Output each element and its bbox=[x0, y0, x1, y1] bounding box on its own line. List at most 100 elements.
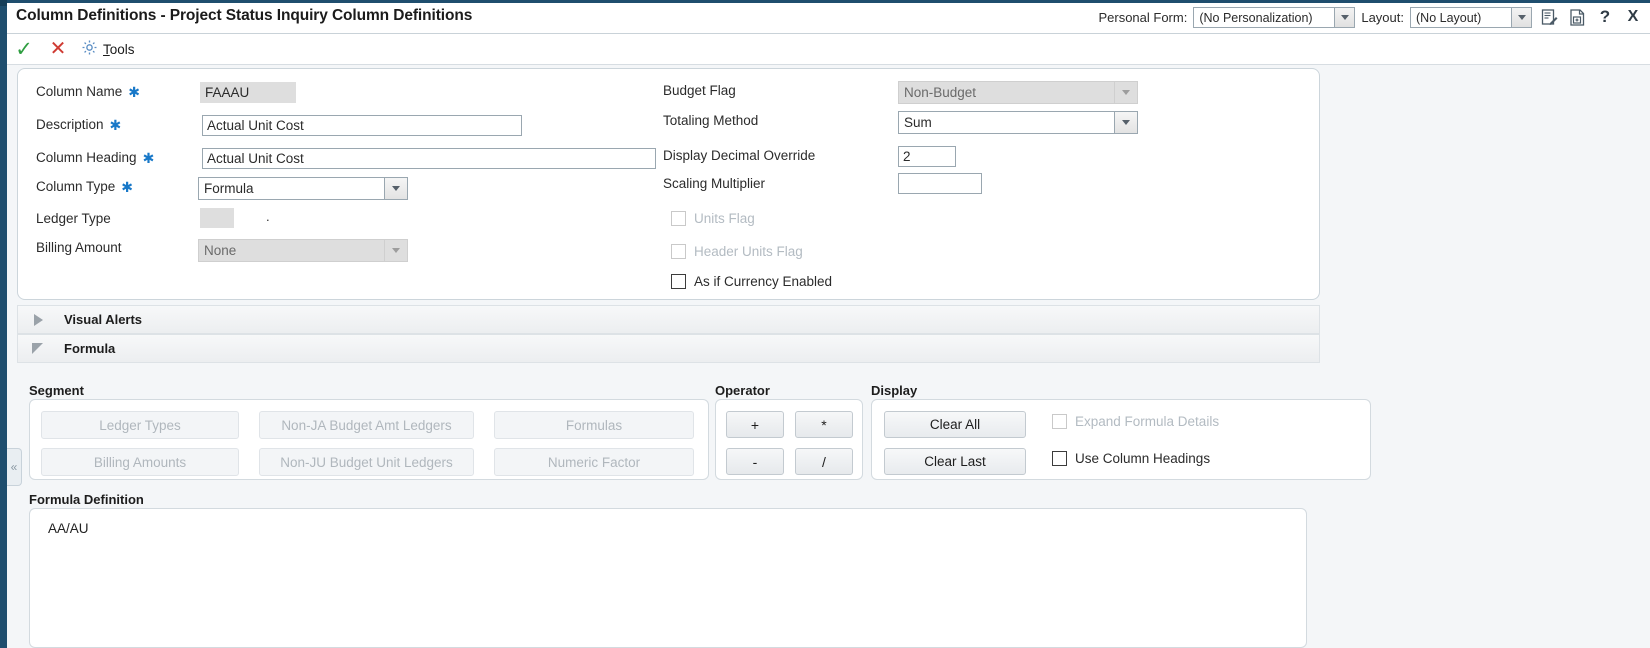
label-budget-flag: Budget Flag bbox=[663, 83, 736, 98]
label-ledger-type: Ledger Type bbox=[36, 211, 111, 226]
segment-button-formulas[interactable]: Formulas bbox=[494, 411, 694, 439]
help-icon[interactable]: ? bbox=[1594, 6, 1616, 28]
display-group: Clear All Clear Last Expand Formula Deta… bbox=[871, 399, 1371, 480]
layout-select[interactable]: (No Layout) bbox=[1410, 6, 1532, 28]
billing-amount-select[interactable]: None bbox=[198, 239, 408, 262]
header-units-flag-checkbox[interactable] bbox=[671, 244, 686, 259]
segment-group: Ledger Types Non-JA Budget Amt Ledgers F… bbox=[29, 399, 709, 480]
scaling-multiplier-input[interactable] bbox=[898, 173, 982, 194]
gear-icon bbox=[81, 39, 98, 59]
totaling-method-value: Sum bbox=[904, 115, 932, 130]
field-budget-flag: Budget Flag bbox=[663, 83, 736, 98]
use-column-headings-label: Use Column Headings bbox=[1075, 451, 1211, 466]
sidebar-collapse-handle[interactable]: « bbox=[7, 448, 22, 486]
required-marker: ✱ bbox=[121, 178, 134, 195]
cancel-button[interactable]: ✕ bbox=[41, 34, 75, 64]
operator-group-label: Operator bbox=[715, 383, 770, 398]
chevron-down-icon[interactable] bbox=[32, 343, 43, 354]
formula-definition-area[interactable]: AA/AU bbox=[29, 508, 1307, 648]
layout-chevron-down-icon[interactable] bbox=[1511, 7, 1531, 27]
label-column-heading: Column Heading bbox=[36, 150, 137, 165]
billing-amount-value: None bbox=[204, 243, 237, 258]
totaling-method-chevron-down-icon[interactable] bbox=[1114, 112, 1137, 133]
segment-button-ledger-types[interactable]: Ledger Types bbox=[41, 411, 239, 439]
required-marker: ✱ bbox=[142, 149, 155, 166]
title-bar-accent-line bbox=[7, 0, 1650, 3]
rail-top-shade bbox=[0, 0, 7, 6]
totaling-method-select[interactable]: Sum bbox=[898, 111, 1138, 134]
checkbox-units-flag[interactable]: Units Flag bbox=[671, 211, 755, 226]
label-scaling-multiplier: Scaling Multiplier bbox=[663, 176, 766, 191]
expand-formula-details-checkbox[interactable] bbox=[1052, 414, 1067, 429]
column-type-chevron-down-icon[interactable] bbox=[384, 178, 407, 199]
label-billing-amount: Billing Amount bbox=[36, 240, 122, 255]
checkbox-as-if-currency-enabled[interactable]: As if Currency Enabled bbox=[671, 274, 832, 289]
save-page-icon[interactable] bbox=[1566, 6, 1588, 28]
units-flag-checkbox[interactable] bbox=[671, 211, 686, 226]
tools-label: Tools bbox=[103, 41, 135, 57]
field-column-name: Column Name ✱ bbox=[36, 84, 140, 99]
description-input[interactable]: Actual Unit Cost bbox=[202, 115, 522, 136]
ok-button[interactable]: ✓ bbox=[7, 34, 41, 64]
billing-amount-chevron-down-icon[interactable] bbox=[384, 240, 407, 261]
header-fields-panel: Column Name ✱ FAAAU Description ✱ Actual… bbox=[17, 68, 1320, 300]
application-window: Column Definitions - Project Status Inqu… bbox=[0, 0, 1650, 648]
label-totaling-method: Totaling Method bbox=[663, 113, 759, 128]
field-display-decimal-override: Display Decimal Override bbox=[663, 148, 815, 163]
as-if-currency-enabled-label: As if Currency Enabled bbox=[694, 274, 833, 289]
label-display-decimal-override: Display Decimal Override bbox=[663, 148, 816, 163]
operator-button-divide[interactable]: / bbox=[795, 448, 853, 475]
segment-button-non-ja-budget-amt-ledgers[interactable]: Non-JA Budget Amt Ledgers bbox=[259, 411, 474, 439]
operator-button-multiply[interactable]: * bbox=[795, 411, 853, 438]
display-decimal-override-input[interactable]: 2 bbox=[898, 146, 956, 167]
segment-button-billing-amounts[interactable]: Billing Amounts bbox=[41, 448, 239, 476]
ledger-type-input[interactable] bbox=[200, 208, 234, 228]
tools-menu[interactable]: Tools bbox=[81, 39, 135, 59]
clear-last-button[interactable]: Clear Last bbox=[884, 448, 1026, 475]
budget-flag-chevron-down-icon[interactable] bbox=[1114, 82, 1137, 103]
check-icon: ✓ bbox=[15, 37, 33, 61]
required-marker: ✱ bbox=[109, 116, 122, 133]
personal-form-chevron-down-icon[interactable] bbox=[1334, 7, 1355, 27]
as-if-currency-enabled-checkbox[interactable] bbox=[671, 274, 686, 289]
action-toolbar: ✓ ✕ Tools bbox=[7, 34, 1650, 65]
operator-button-plus[interactable]: + bbox=[726, 411, 784, 438]
checkbox-expand-formula-details[interactable]: Expand Formula Details bbox=[1052, 414, 1219, 429]
expand-formula-details-label: Expand Formula Details bbox=[1075, 414, 1220, 429]
segment-button-numeric-factor[interactable]: Numeric Factor bbox=[494, 448, 694, 476]
label-column-type: Column Type bbox=[36, 179, 116, 194]
formula-definition-label: Formula Definition bbox=[29, 492, 144, 507]
close-icon[interactable]: X bbox=[1622, 6, 1644, 28]
formula-definition-value: AA/AU bbox=[48, 521, 89, 536]
column-type-select[interactable]: Formula bbox=[198, 177, 408, 200]
column-type-value: Formula bbox=[204, 181, 254, 196]
budget-flag-select[interactable]: Non-Budget bbox=[898, 81, 1138, 104]
checkbox-use-column-headings[interactable]: Use Column Headings bbox=[1052, 451, 1210, 466]
field-scaling-multiplier: Scaling Multiplier bbox=[663, 176, 765, 191]
clear-all-button[interactable]: Clear All bbox=[884, 411, 1026, 438]
checkbox-header-units-flag[interactable]: Header Units Flag bbox=[671, 244, 803, 259]
header-units-flag-label: Header Units Flag bbox=[694, 244, 803, 259]
layout-value: (No Layout) bbox=[1416, 11, 1482, 25]
required-marker: ✱ bbox=[128, 83, 141, 100]
personal-form-value: (No Personalization) bbox=[1199, 11, 1313, 25]
label-description: Description bbox=[36, 117, 104, 132]
chevron-right-icon[interactable] bbox=[34, 314, 43, 326]
field-column-heading: Column Heading ✱ bbox=[36, 150, 154, 165]
operator-group: + * - / bbox=[715, 399, 863, 480]
segment-group-label: Segment bbox=[29, 383, 84, 398]
column-name-input[interactable]: FAAAU bbox=[200, 82, 296, 103]
segment-button-non-ju-budget-unit-ledgers[interactable]: Non-JU Budget Unit Ledgers bbox=[259, 448, 474, 476]
left-navigation-rail bbox=[0, 0, 7, 648]
use-column-headings-checkbox[interactable] bbox=[1052, 451, 1067, 466]
column-heading-input[interactable]: Actual Unit Cost bbox=[202, 148, 656, 169]
section-visual-alerts[interactable]: Visual Alerts bbox=[17, 305, 1320, 334]
operator-button-minus[interactable]: - bbox=[726, 448, 784, 475]
annotate-icon[interactable] bbox=[1538, 6, 1560, 28]
section-visual-alerts-title: Visual Alerts bbox=[64, 312, 143, 327]
section-formula-title: Formula bbox=[64, 341, 116, 356]
field-description: Description ✱ bbox=[36, 117, 121, 132]
units-flag-label: Units Flag bbox=[694, 211, 755, 226]
personal-form-select[interactable]: (No Personalization) bbox=[1193, 6, 1356, 28]
section-formula[interactable]: Formula bbox=[17, 334, 1320, 363]
